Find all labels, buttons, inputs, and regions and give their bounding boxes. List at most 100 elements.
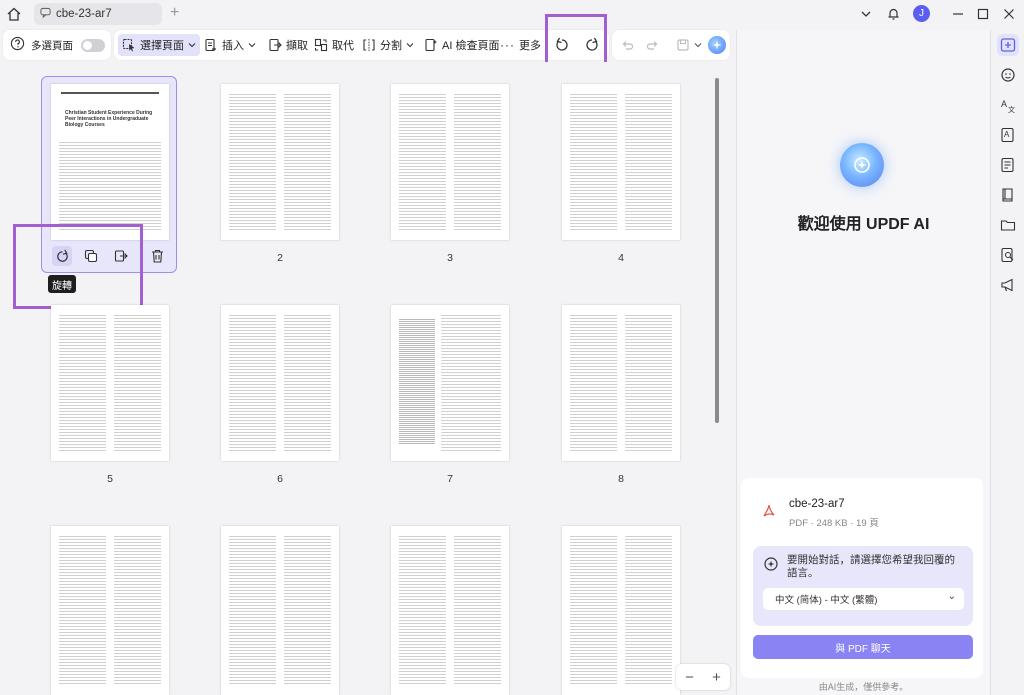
translate-icon[interactable]: A文 [997, 94, 1019, 116]
page-text-lines [59, 142, 161, 230]
select-pages-label: 選擇頁面 [140, 40, 184, 52]
page-number: 6 [277, 473, 283, 485]
language-select[interactable]: 中文 (简体) - 中文 (繁體) ⌄ [763, 588, 964, 610]
language-select-value: 中文 (简体) - 中文 (繁體) [775, 595, 878, 606]
page-text-lines [59, 536, 161, 685]
page-number: 7 [447, 473, 453, 485]
split-button[interactable]: 分割 [358, 34, 418, 56]
ai-assistant-panel: 歡迎使用 UPDF AI cbe-23-ar7 PDF · 248 KB · 1… [736, 30, 989, 695]
book-icon[interactable] [997, 184, 1019, 206]
page-thumbnail-6[interactable] [221, 305, 339, 461]
page-thumbnail-3[interactable] [391, 84, 509, 240]
page-thumbnail-5[interactable] [51, 305, 169, 461]
more-button[interactable]: ··· 更多 [496, 34, 545, 56]
save-icon [677, 39, 689, 51]
more-icon: ··· [500, 38, 515, 52]
page-text-lines [570, 315, 672, 451]
page-number: 5 [107, 473, 113, 485]
search-document-icon[interactable] [997, 244, 1019, 266]
ai-disclaimer: 由AI生成，僅供參考。 [818, 682, 909, 692]
page-text-lines [59, 315, 161, 451]
folder-icon[interactable] [997, 214, 1019, 236]
page-table-graphic [399, 319, 435, 445]
page-text-lines [229, 94, 331, 230]
chat-with-pdf-button[interactable]: 與 PDF 聊天 [753, 635, 973, 659]
chat-icon [40, 7, 51, 21]
close-icon[interactable] [1001, 4, 1017, 24]
ai-sparkle-icon [763, 556, 779, 575]
help-icon[interactable] [10, 36, 25, 54]
emoji-chat-icon[interactable] [997, 64, 1019, 86]
ai-assistant-icon[interactable] [708, 36, 726, 54]
file-name: cbe-23-ar7 [789, 498, 845, 510]
replace-label: 取代 [332, 40, 354, 52]
insert-label: 插入 [222, 40, 244, 52]
redo-button[interactable] [642, 34, 664, 56]
insert-icon [205, 38, 216, 52]
page-number: 8 [618, 473, 624, 485]
avatar[interactable]: J [913, 5, 930, 22]
megaphone-icon[interactable] [997, 274, 1019, 296]
ai-chat-icon[interactable] [997, 34, 1019, 56]
chevron-down-icon [406, 43, 414, 48]
updf-ai-logo-icon [840, 143, 884, 187]
minimize-icon[interactable] [950, 4, 966, 24]
page-toolbar: 選擇頁面 插入 擷取 取代 分割 AI 檢查頁面 ··· 更多 [114, 30, 609, 60]
file-card: cbe-23-ar7 PDF · 248 KB · 19 頁 要開始對話，請選擇… [741, 478, 983, 678]
page-text-lines [399, 536, 501, 685]
replace-button[interactable]: 取代 [310, 34, 358, 56]
extract-label: 擷取 [286, 40, 308, 52]
zoom-in-button[interactable]: + [712, 669, 721, 686]
insert-button[interactable]: 插入 [200, 34, 260, 56]
page-thumbnail-4[interactable] [562, 84, 680, 240]
zoom-out-button[interactable]: − [685, 669, 694, 686]
split-icon [363, 39, 375, 51]
language-prompt: 要開始對話，請選擇您希望我回覆的語言。 [787, 554, 955, 579]
new-tab-button[interactable]: + [170, 5, 179, 21]
chevron-down-icon [694, 43, 702, 48]
bell-icon[interactable] [885, 4, 901, 24]
vertical-scrollbar[interactable] [715, 78, 719, 423]
summary-icon[interactable] [997, 154, 1019, 176]
extract-icon [269, 38, 282, 52]
page-thumbnail-12[interactable] [562, 526, 680, 695]
extract-button[interactable]: 擷取 [264, 34, 312, 56]
history-toolbar [612, 30, 730, 60]
page-thumbnail-9[interactable] [51, 526, 169, 695]
ai-check-icon [425, 38, 437, 52]
page-text-lines [229, 315, 331, 451]
chevron-down-icon [188, 43, 196, 48]
multi-select-label: 多選頁面 [31, 39, 73, 52]
page-thumbnail-1[interactable]: Christian Student Experience During Peer… [51, 84, 169, 240]
welcome-title: 歡迎使用 UPDF AI [797, 216, 930, 233]
delete-page-button[interactable] [147, 246, 167, 266]
page-thumbnail-2[interactable] [221, 84, 339, 240]
page-thumbnail-10[interactable] [221, 526, 339, 695]
chevron-down-icon[interactable] [858, 4, 874, 24]
more-label: 更多 [519, 40, 541, 52]
page-number: 3 [447, 252, 453, 264]
undo-button[interactable] [616, 34, 638, 56]
translate-document-icon[interactable]: A [997, 124, 1019, 146]
pdf-file-icon [759, 501, 779, 521]
document-tab[interactable]: cbe-23-ar7 [34, 3, 162, 25]
page-thumbnail-11[interactable] [391, 526, 509, 695]
page-text-lines [570, 536, 672, 685]
tab-title: cbe-23-ar7 [56, 8, 112, 20]
title-bar: cbe-23-ar7 + J [0, 0, 1024, 28]
save-button[interactable] [672, 34, 706, 56]
page-actions-highlight-box [13, 224, 143, 309]
home-icon[interactable] [6, 6, 24, 22]
undo-icon [622, 41, 634, 50]
page-text-lines [441, 315, 501, 451]
multi-select-toggle[interactable] [81, 38, 105, 52]
select-pages-button[interactable]: 選擇頁面 [118, 34, 200, 56]
page-thumbnail-7[interactable] [391, 305, 509, 461]
trash-icon [151, 249, 163, 263]
replace-icon [314, 38, 328, 52]
maximize-icon[interactable] [975, 4, 991, 24]
ai-check-pages-button[interactable]: AI 檢查頁面 [420, 34, 503, 56]
chevron-down-icon [248, 43, 256, 48]
page-thumbnail-8[interactable] [562, 305, 680, 461]
multi-select-group: 多選頁面 [3, 30, 111, 60]
